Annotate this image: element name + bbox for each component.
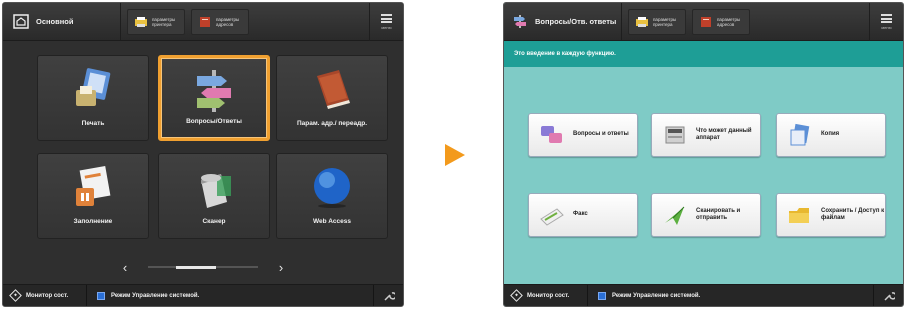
device-capabilities-button[interactable]: Что может данный аппарат bbox=[651, 113, 761, 157]
button-label: Копия bbox=[821, 131, 840, 138]
menu-label: меню bbox=[381, 25, 392, 30]
system-mode-icon bbox=[598, 291, 606, 300]
copy-button[interactable]: Копия bbox=[776, 113, 886, 157]
printer-settings-icon bbox=[636, 16, 648, 27]
qa-button[interactable]: Вопросы и ответы bbox=[528, 113, 638, 157]
info-text: Это введение в каждую функцию. bbox=[514, 51, 616, 57]
home-screen-panel: Основной параметры принтера параметры ад… bbox=[2, 2, 404, 307]
globe-icon bbox=[314, 168, 350, 208]
address-book-icon bbox=[200, 16, 210, 27]
shortcut-label: параметры адресов bbox=[717, 16, 741, 27]
status-monitor-icon bbox=[9, 289, 22, 302]
tile-web-access[interactable]: Web Access bbox=[276, 153, 388, 239]
fax-button[interactable]: Факс bbox=[528, 193, 638, 237]
status-bar: Монитор сост. Режим Управление системой. bbox=[3, 284, 403, 306]
tile-address-settings[interactable]: Парам. адр./ переадр. bbox=[276, 55, 388, 141]
system-status: Режим Управление системой. bbox=[588, 291, 701, 300]
scan-send-icon bbox=[665, 206, 685, 225]
info-message: Это введение в каждую функцию. bbox=[504, 41, 903, 67]
book-icon bbox=[317, 70, 350, 109]
system-mode-icon bbox=[97, 291, 105, 300]
status-bar: Монитор сост. Режим Управление системой. bbox=[504, 284, 903, 306]
next-page-button[interactable]: › bbox=[270, 260, 292, 275]
status-monitor-label: Монитор сост. bbox=[26, 292, 69, 299]
menu-button[interactable]: меню bbox=[369, 3, 403, 41]
folder-icon bbox=[789, 208, 809, 223]
menu-label: меню bbox=[881, 25, 892, 30]
button-label: Что может данный аппарат bbox=[696, 127, 752, 142]
home-icon bbox=[13, 14, 29, 29]
tutorial-figure: Основной параметры принтера параметры ад… bbox=[0, 0, 906, 309]
system-status-text: Режим Управление системой. bbox=[612, 292, 701, 299]
top-bar: Основной параметры принтера параметры ад… bbox=[3, 3, 403, 41]
top-bar: Вопросы/Отв. ответы параметры принтера п… bbox=[504, 3, 903, 41]
form-fill-icon bbox=[76, 165, 111, 206]
shortcut-label: параметры принтера bbox=[152, 16, 176, 27]
system-status-text: Режим Управление системой. bbox=[111, 292, 200, 299]
page-scrollbar[interactable] bbox=[148, 265, 258, 269]
wrench-icon bbox=[883, 291, 895, 301]
screen-title: Вопросы/Отв. ответы bbox=[535, 17, 617, 26]
tile-label: Web Access bbox=[313, 218, 351, 225]
button-label: Вопросы и ответы bbox=[573, 131, 629, 138]
home-button[interactable]: Основной bbox=[3, 3, 121, 40]
scanner-icon bbox=[201, 174, 231, 208]
tile-label: Вопросы/Ответы bbox=[186, 118, 242, 125]
wrench-icon bbox=[383, 291, 395, 301]
tile-label: Парам. адр./ переадр. bbox=[296, 120, 368, 127]
shortcut-label: параметры принтера bbox=[653, 16, 677, 27]
tile-fill-form[interactable]: Заполнение bbox=[37, 153, 149, 239]
printer-settings-icon bbox=[135, 16, 147, 27]
status-monitor-label: Монитор сост. bbox=[527, 292, 570, 299]
shortcut-printer-settings[interactable]: параметры принтера bbox=[127, 8, 185, 35]
scan-send-button[interactable]: Сканировать и отправить bbox=[651, 193, 761, 237]
tile-label: Сканер bbox=[202, 218, 226, 225]
shortcut-address-book[interactable]: параметры адресов bbox=[692, 8, 750, 35]
signpost-icon bbox=[514, 15, 526, 28]
signpost-icon bbox=[197, 70, 231, 112]
page-indicator: ‹ › bbox=[3, 257, 403, 277]
shortcut-printer-settings[interactable]: параметры принтера bbox=[628, 8, 686, 35]
device-icon bbox=[665, 126, 685, 144]
button-label: Сохранить / Доступ к файлам bbox=[821, 207, 885, 222]
screen-title: Основной bbox=[36, 17, 74, 26]
store-access-files-button[interactable]: Сохранить / Доступ к файлам bbox=[776, 193, 886, 237]
status-monitor-button[interactable]: Монитор сост. bbox=[3, 285, 87, 306]
menu-icon bbox=[881, 14, 892, 23]
qa-screen-panel: Вопросы/Отв. ответы параметры принтера п… bbox=[503, 2, 904, 307]
screen-header: Вопросы/Отв. ответы bbox=[504, 3, 622, 40]
button-label: Сканировать и отправить bbox=[696, 207, 741, 222]
settings-button[interactable] bbox=[873, 285, 903, 306]
tile-print[interactable]: Печать bbox=[37, 55, 149, 141]
prev-page-button[interactable]: ‹ bbox=[114, 260, 136, 275]
tile-qa[interactable]: Вопросы/Ответы bbox=[158, 55, 270, 141]
settings-button[interactable] bbox=[373, 285, 403, 306]
fax-icon bbox=[540, 208, 564, 226]
shortcut-address-book[interactable]: параметры адресов bbox=[191, 8, 249, 35]
transition-arrow-icon bbox=[445, 144, 465, 166]
print-icon bbox=[76, 68, 111, 106]
tile-label: Заполнение bbox=[73, 218, 113, 225]
menu-button[interactable]: меню bbox=[869, 3, 903, 41]
system-status: Режим Управление системой. bbox=[87, 291, 200, 300]
status-monitor-icon bbox=[510, 289, 523, 302]
page-scrollbar-thumb[interactable] bbox=[176, 265, 216, 269]
status-monitor-button[interactable]: Монитор сост. bbox=[504, 285, 588, 306]
menu-icon bbox=[381, 14, 392, 23]
address-book-icon bbox=[701, 16, 711, 27]
button-label: Факс bbox=[573, 211, 588, 218]
qa-icon bbox=[541, 126, 562, 143]
tile-scanner[interactable]: Сканер bbox=[158, 153, 270, 239]
tile-label: Печать bbox=[81, 120, 105, 127]
copy-icon bbox=[790, 123, 810, 146]
shortcut-label: параметры адресов bbox=[216, 16, 240, 27]
